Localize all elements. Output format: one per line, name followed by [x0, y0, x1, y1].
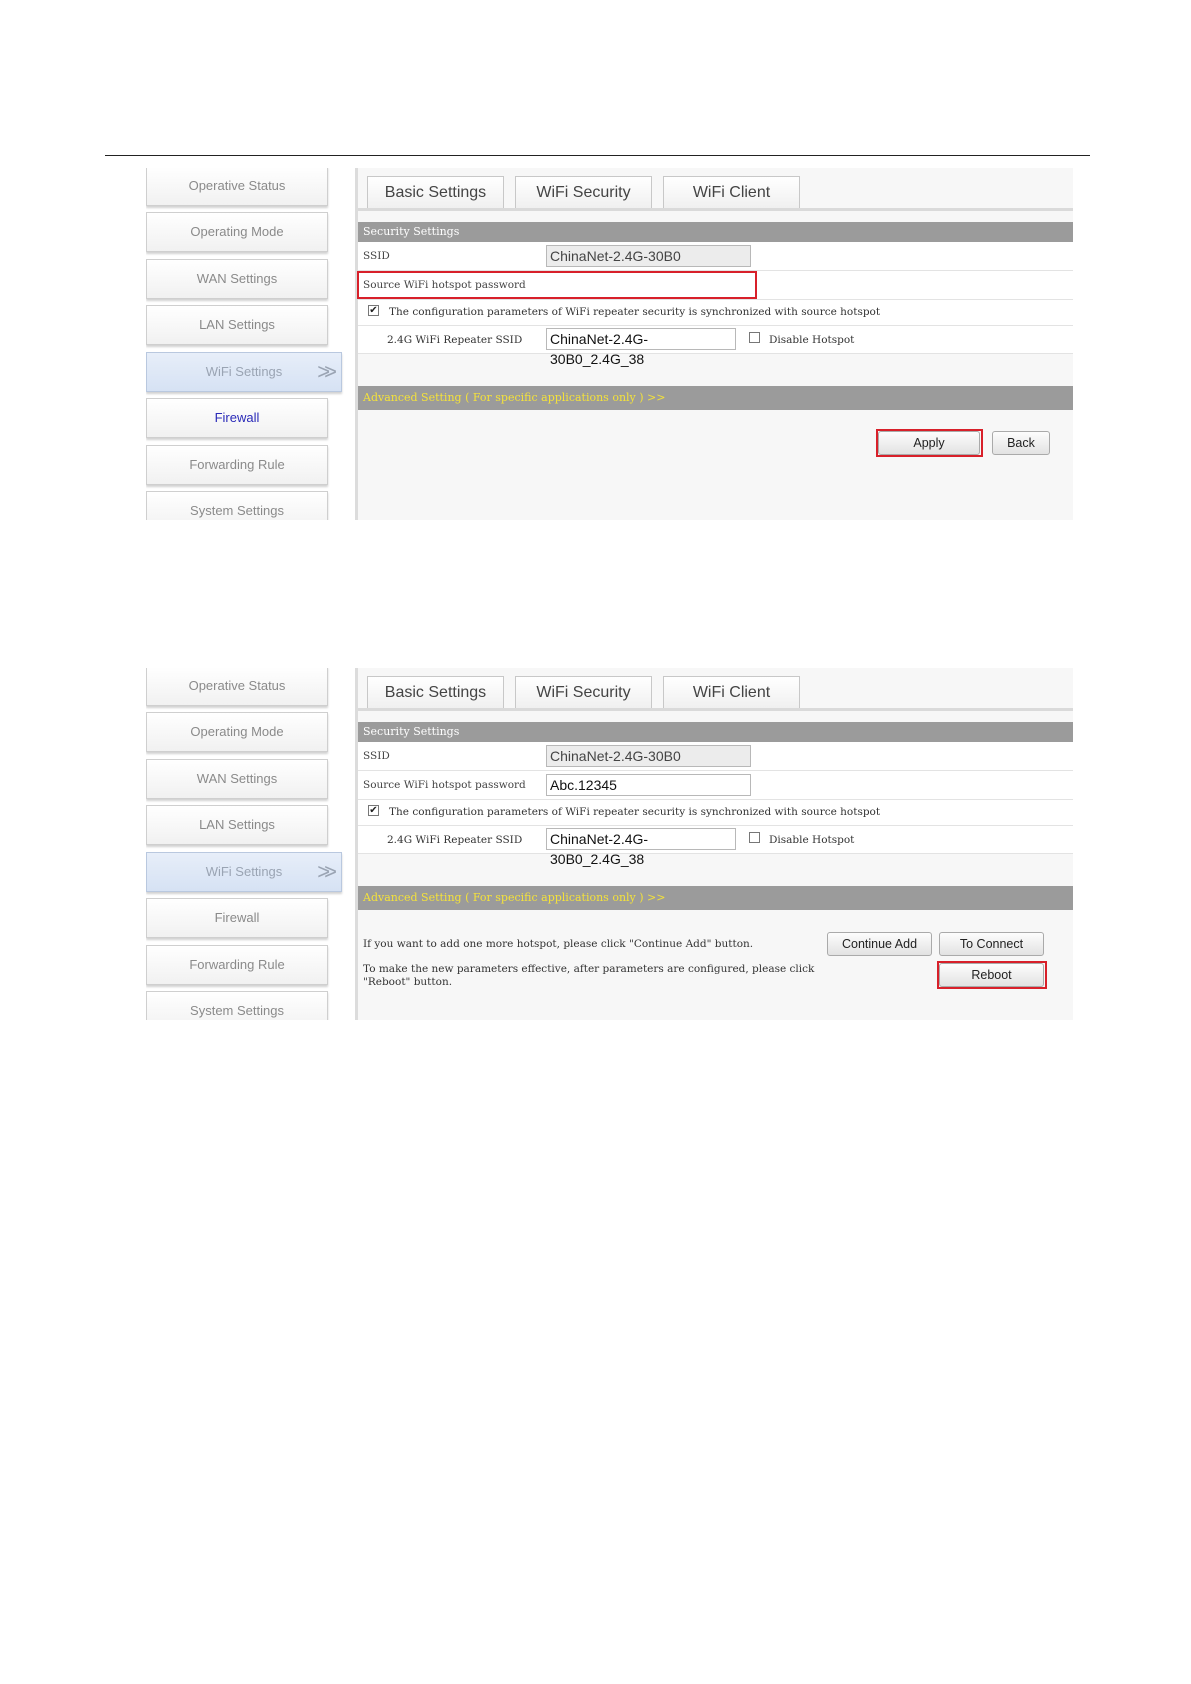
nav-lan-settings[interactable]: LAN Settings [146, 305, 328, 345]
tab-bar: Basic Settings WiFi Security WiFi Client [358, 668, 1073, 711]
nav-label: Firewall [214, 410, 260, 425]
nav-operative-status[interactable]: Operative Status [146, 668, 328, 706]
sidebar: Operative Status Operating Mode WAN Sett… [146, 668, 355, 1020]
router-screenshot-password-filled: Operative Status Operating Mode WAN Sett… [146, 668, 1073, 1020]
tab-wifi-client[interactable]: WiFi Client [663, 176, 800, 208]
disable-hotspot-label: Disable Hotspot [769, 334, 855, 346]
nav-label: Operative Status [188, 678, 286, 693]
nav-wifi-settings[interactable]: WiFi Settings >> [146, 852, 342, 892]
nav-label: WAN Settings [196, 771, 278, 786]
nav-label: WiFi Settings [205, 364, 283, 379]
tab-basic-settings[interactable]: Basic Settings [367, 676, 504, 708]
nav-wifi-settings[interactable]: WiFi Settings >> [146, 352, 342, 392]
double-chevron-right-icon: >> [317, 359, 337, 384]
source-password-row: Source WiFi hotspot password [358, 271, 1073, 300]
nav-operative-status[interactable]: Operative Status [146, 168, 328, 206]
nav-operating-mode[interactable]: Operating Mode [146, 712, 328, 752]
sync-checkbox[interactable]: ✔ [368, 805, 379, 816]
source-password-label: Source WiFi hotspot password [363, 279, 526, 291]
nav-system-settings[interactable]: System Settings [146, 991, 328, 1020]
tab-wifi-client[interactable]: WiFi Client [663, 676, 800, 708]
nav-label: System Settings [190, 1003, 284, 1018]
repeater-ssid-label: 2.4G WiFi Repeater SSID [387, 334, 523, 346]
source-password-input[interactable]: Abc.12345 [546, 774, 751, 796]
nav-label: Operating Mode [190, 724, 284, 739]
sync-text: The configuration parameters of WiFi rep… [389, 306, 881, 318]
tab-wifi-security[interactable]: WiFi Security [515, 176, 652, 208]
nav-lan-settings[interactable]: LAN Settings [146, 805, 328, 845]
nav-label: Operating Mode [190, 224, 284, 239]
nav-forwarding-rule[interactable]: Forwarding Rule [146, 945, 328, 985]
nav-label: System Settings [190, 503, 284, 518]
ssid-row: SSID ChinaNet-2.4G-30B0 [358, 242, 1073, 271]
nav-firewall[interactable]: Firewall [146, 398, 328, 438]
repeater-ssid-label: 2.4G WiFi Repeater SSID [387, 834, 523, 846]
reboot-hint-line-2: "Reboot" button. [363, 976, 453, 988]
apply-button[interactable]: Apply [878, 431, 980, 455]
nav-system-settings[interactable]: System Settings [146, 491, 328, 520]
section-title: Security Settings [358, 222, 1073, 242]
tab-wifi-security[interactable]: WiFi Security [515, 676, 652, 708]
nav-label: Forwarding Rule [189, 457, 285, 472]
nav-forwarding-rule[interactable]: Forwarding Rule [146, 445, 328, 485]
double-chevron-right-icon: >> [317, 859, 337, 884]
back-button[interactable]: Back [992, 431, 1050, 455]
reboot-button[interactable]: Reboot [939, 963, 1044, 987]
main-content: Basic Settings WiFi Security WiFi Client… [358, 668, 1073, 1020]
disable-hotspot-checkbox[interactable] [749, 832, 760, 843]
disable-hotspot-label: Disable Hotspot [769, 834, 855, 846]
repeater-ssid-row: 2.4G WiFi Repeater SSID ChinaNet-2.4G-30… [358, 826, 1073, 867]
section-title: Security Settings [358, 722, 1073, 742]
source-password-row: Source WiFi hotspot password Abc.12345 [358, 771, 1073, 800]
sync-row: ✔ The configuration parameters of WiFi r… [358, 300, 1073, 326]
to-connect-button[interactable]: To Connect [939, 932, 1044, 956]
tab-bar: Basic Settings WiFi Security WiFi Client [358, 168, 1073, 211]
nav-label: Firewall [214, 910, 260, 925]
repeater-ssid-row: 2.4G WiFi Repeater SSID ChinaNet-2.4G-30… [358, 326, 1073, 367]
reboot-hint-line-1: To make the new parameters effective, af… [363, 963, 815, 975]
nav-operating-mode[interactable]: Operating Mode [146, 212, 328, 252]
tab-basic-settings[interactable]: Basic Settings [367, 176, 504, 208]
source-password-input[interactable] [546, 274, 751, 296]
sidebar: Operative Status Operating Mode WAN Sett… [146, 168, 355, 520]
router-screenshot-password-empty: Operative Status Operating Mode WAN Sett… [146, 168, 1073, 520]
nav-label: LAN Settings [199, 817, 275, 832]
advanced-setting-link[interactable]: Advanced Setting ( For specific applicat… [358, 386, 1073, 410]
nav-label: WiFi Settings [205, 864, 283, 879]
continue-add-button[interactable]: Continue Add [827, 932, 932, 956]
repeater-ssid-input[interactable]: ChinaNet-2.4G-30B0_2.4G_38 [546, 828, 736, 867]
nav-label: Operative Status [188, 178, 286, 193]
source-password-label: Source WiFi hotspot password [363, 779, 526, 791]
ssid-row: SSID ChinaNet-2.4G-30B0 [358, 742, 1073, 771]
continue-add-hint: If you want to add one more hotspot, ple… [363, 938, 754, 950]
advanced-setting-link[interactable]: Advanced Setting ( For specific applicat… [358, 886, 1073, 910]
sync-checkbox[interactable]: ✔ [368, 305, 379, 316]
main-content: Basic Settings WiFi Security WiFi Client… [357, 168, 1073, 520]
nav-label: WAN Settings [196, 271, 278, 286]
nav-wan-settings[interactable]: WAN Settings [146, 259, 328, 299]
repeater-ssid-input[interactable]: ChinaNet-2.4G-30B0_2.4G_38 [546, 328, 736, 367]
ssid-field[interactable]: ChinaNet-2.4G-30B0 [546, 745, 751, 767]
nav-wan-settings[interactable]: WAN Settings [146, 759, 328, 799]
nav-label: LAN Settings [199, 317, 275, 332]
ssid-field[interactable]: ChinaNet-2.4G-30B0 [546, 245, 751, 267]
sync-row: ✔ The configuration parameters of WiFi r… [358, 800, 1073, 826]
ssid-label: SSID [363, 750, 390, 762]
page-top-rule [105, 155, 1090, 156]
ssid-label: SSID [363, 250, 390, 262]
nav-firewall[interactable]: Firewall [146, 898, 328, 938]
disable-hotspot-checkbox[interactable] [749, 332, 760, 343]
sync-text: The configuration parameters of WiFi rep… [389, 806, 881, 818]
nav-label: Forwarding Rule [189, 957, 285, 972]
